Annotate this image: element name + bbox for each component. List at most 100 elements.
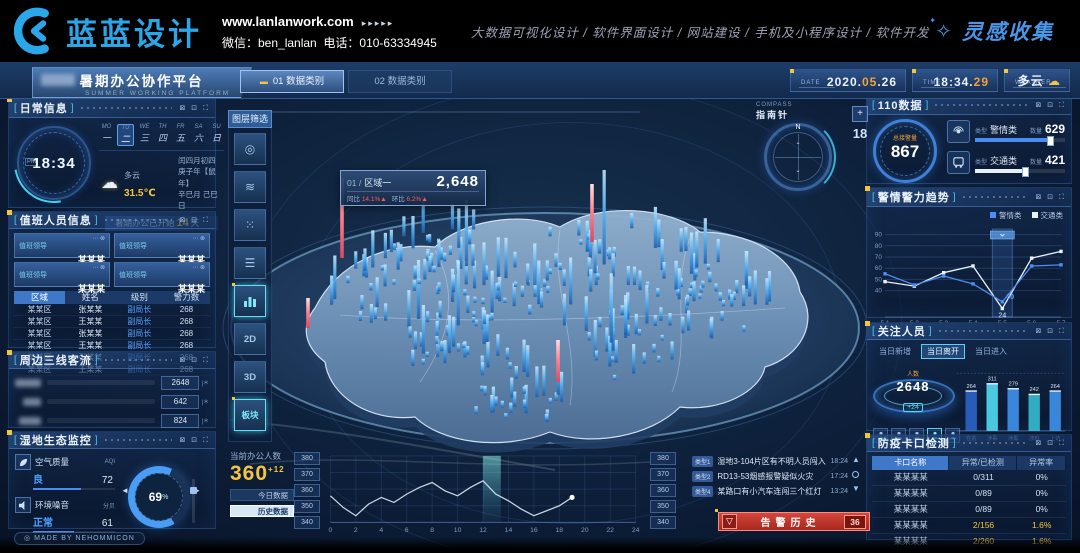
flow-value: 824 bbox=[161, 414, 199, 428]
tab-data-category-1[interactable]: ▬01 数据类别 bbox=[240, 70, 344, 93]
dashboard-topbar: 暑期办公协作平台 SUMMER WORKING PLATFORM ▬01 数据类… bbox=[0, 62, 1080, 99]
inspiration-collect[interactable]: ✧✦ 灵感收集 bbox=[935, 16, 1054, 46]
platform-subtitle: SUMMER WORKING PLATFORM bbox=[85, 90, 241, 97]
checkpoint-row[interactable]: 某某某某0/890% bbox=[872, 486, 1066, 502]
duty-card[interactable]: 值班领导⋯ ⊗某某某 bbox=[14, 262, 110, 287]
panel-title: 警情警力趋势 bbox=[878, 189, 950, 205]
alarm-item[interactable]: 类型4某路口有小汽车连闯三个红灯13:24 bbox=[692, 484, 848, 499]
weekday[interactable]: MO一 bbox=[99, 124, 114, 146]
office-count-delta: +12 bbox=[268, 465, 285, 474]
scroll-dot bbox=[852, 471, 859, 478]
weekday-active[interactable]: TU二 bbox=[117, 124, 134, 146]
window-buttons[interactable]: ⊠ ⊡ ⛶ bbox=[179, 436, 210, 445]
scroll-up-icon[interactable]: ▲ bbox=[852, 456, 860, 464]
air-quality-stat: 空气质量AQI 良72 bbox=[15, 454, 115, 490]
window-buttons[interactable]: ⊠ ⊡ ⛶ bbox=[1035, 101, 1066, 110]
svg-text:8: 8 bbox=[430, 527, 434, 534]
alarm-item[interactable]: 类型2RD13-53烟感报警疑似火灾17:24 bbox=[692, 469, 848, 484]
grid-icon: ⁙ bbox=[245, 218, 255, 232]
office-line-chart[interactable]: 024681012141618202224 bbox=[322, 450, 646, 540]
website-link[interactable]: www.lanlanwork.com bbox=[222, 14, 354, 29]
left-arrow-icon[interactable]: ◄ bbox=[121, 486, 129, 495]
arrows-decor: ▸▸▸▸▸ bbox=[362, 18, 395, 28]
redacted-city-name bbox=[41, 74, 75, 86]
alarm-type-row: 类型警情类数量629 bbox=[947, 120, 1065, 143]
temperature: 31.5℃ bbox=[124, 188, 156, 199]
svg-text:279: 279 bbox=[1008, 381, 1017, 387]
checkpoint-row[interactable]: 某某某某0/890% bbox=[872, 502, 1066, 518]
weekday[interactable]: WE三 bbox=[137, 124, 152, 146]
scroll-down-icon[interactable]: ▼ bbox=[852, 485, 860, 493]
svg-text:80: 80 bbox=[875, 243, 883, 250]
duty-card[interactable]: 值班领导⋯ ⊗某某某 bbox=[114, 262, 210, 287]
layer-button-camera[interactable]: ◎ bbox=[234, 133, 266, 165]
tab-new-today[interactable]: 当日新增 bbox=[873, 344, 917, 359]
trend-legend: 警情类 交通类 bbox=[867, 207, 1071, 221]
week-strip: MO一 TU二 WE三 TH四 FR五 SA六 SU日 bbox=[99, 124, 224, 146]
compass[interactable]: COMPASS指南针 N ⌃ ⌄ bbox=[756, 102, 852, 191]
focus-bar-chart[interactable]: 264在逃311涉毒279涉黑242涉恐264上访 bbox=[955, 361, 1067, 445]
history-data-button[interactable]: 历史数据 bbox=[230, 505, 294, 517]
weekday[interactable]: SA六 bbox=[191, 124, 206, 146]
layer-button-grid[interactable]: ⁙ bbox=[234, 209, 266, 241]
more-icon[interactable]: ⋯ ⊗ bbox=[92, 264, 105, 271]
alarm-history-label: 告警历史 bbox=[737, 514, 844, 529]
star-icon: ✧✦ bbox=[935, 19, 954, 44]
brand-logo: 蓝蓝设计 bbox=[14, 5, 202, 57]
layer-button-chart[interactable] bbox=[234, 285, 266, 317]
panel-passenger-flow: [周边三线客流]⊠ ⊡ ⛶ 2648|＊ 642|＊ 824|＊ bbox=[8, 351, 216, 428]
gauge-slider[interactable] bbox=[192, 479, 195, 523]
tab-entered-today[interactable]: 当日进入 bbox=[969, 344, 1013, 359]
tab-data-category-2[interactable]: 02 数据类别 bbox=[348, 70, 452, 93]
zoom-in-button[interactable]: + bbox=[852, 106, 868, 122]
layer-button-signal[interactable]: ≋ bbox=[234, 171, 266, 203]
weekday[interactable]: TH四 bbox=[155, 124, 170, 146]
weather-text: 多云 bbox=[124, 171, 140, 180]
weekday[interactable]: SU日 bbox=[209, 124, 224, 146]
office-count-label: 当前办公人数 bbox=[230, 450, 296, 462]
bus-icon bbox=[947, 151, 970, 174]
tab-left-today[interactable]: 当日离开 bbox=[921, 344, 965, 359]
more-icon[interactable]: ⋯ ⊗ bbox=[92, 235, 105, 242]
panel-110-data: [110数据]⊠ ⊡ ⛶ 总接警量 867 类型警情类数量629 bbox=[866, 95, 1072, 184]
checkpoint-row[interactable]: 某某某某0/3110% bbox=[872, 470, 1066, 486]
duty-card[interactable]: 值班领导⋯ ⊗某某某 bbox=[114, 233, 210, 258]
platform-title-plate: 暑期办公协作平台 SUMMER WORKING PLATFORM bbox=[32, 67, 252, 98]
svg-text:20: 20 bbox=[581, 527, 589, 534]
checkpoint-row-warning[interactable]: 某某某某2/1561.6% bbox=[872, 518, 1066, 534]
svg-text:24: 24 bbox=[998, 313, 1006, 320]
layer-button-3d[interactable]: 3D bbox=[234, 361, 266, 393]
window-buttons[interactable]: ⊠ ⊡ ⛶ bbox=[179, 356, 210, 365]
table-row[interactable]: 某某区张某某副局长268 bbox=[14, 328, 210, 340]
phone-number: 电话：010-63334945 bbox=[323, 36, 436, 50]
svg-text:24: 24 bbox=[632, 527, 640, 534]
alarm-scroll-controls: ▲ ▼ bbox=[852, 456, 860, 493]
trend-line-chart[interactable]: 90807060504030245.15.25.35.45.55.65.7 bbox=[869, 221, 1069, 323]
table-row[interactable]: 某某区张某某副局长268 bbox=[14, 304, 210, 316]
alarm-list: 类型1湿地3-104片区有不明人员闯入18:24 类型2RD13-53烟感报警疑… bbox=[692, 454, 848, 499]
weekday[interactable]: FR五 bbox=[173, 124, 188, 146]
panel-title: 值班人员信息 bbox=[20, 212, 92, 228]
collect-label: 灵感收集 bbox=[962, 16, 1054, 46]
leaf-icon bbox=[15, 454, 31, 470]
today-data-button[interactable]: 今日数据 bbox=[230, 489, 294, 501]
alarm-history-button[interactable]: ▽ 告警历史 36 bbox=[718, 512, 870, 531]
alarm-item[interactable]: 类型1湿地3-104片区有不明人员闯入18:24 bbox=[692, 454, 848, 469]
svg-text:40: 40 bbox=[875, 288, 883, 295]
layer-filter-title: 图层筛选 bbox=[228, 110, 272, 128]
layer-button-2d[interactable]: 2D bbox=[234, 323, 266, 355]
window-buttons[interactable]: ⊠ ⊡ ⛶ bbox=[1035, 439, 1066, 448]
layer-button-block[interactable]: 板块 bbox=[234, 399, 266, 431]
table-row[interactable]: 某某区王某某副局长268 bbox=[14, 316, 210, 328]
layer-button-list[interactable]: ☰ bbox=[234, 247, 266, 279]
more-icon[interactable]: ⋯ ⊗ bbox=[192, 264, 205, 271]
panel-trend-chart: [警情警力趋势]⊠ ⊡ ⛶ 警情类 交通类 90807060504030245.… bbox=[866, 187, 1072, 318]
more-icon[interactable]: ⋯ ⊗ bbox=[192, 235, 205, 242]
window-buttons[interactable]: ⊠ ⊡ ⛶ bbox=[179, 216, 210, 225]
window-buttons[interactable]: ⊠ ⊡ ⛶ bbox=[179, 104, 210, 113]
window-buttons[interactable]: ⊠ ⊡ ⛶ bbox=[1035, 193, 1066, 202]
window-buttons[interactable]: ⊠ ⊡ ⛶ bbox=[1035, 327, 1066, 336]
screenshot-root: 蓝蓝设计 www.lanlanwork.com▸▸▸▸▸ 微信：ben_lanl… bbox=[0, 0, 1080, 553]
duty-card[interactable]: 值班领导⋯ ⊗某某某 bbox=[14, 233, 110, 258]
weather-display: WEATHER 多云 ☁ bbox=[1004, 69, 1070, 92]
